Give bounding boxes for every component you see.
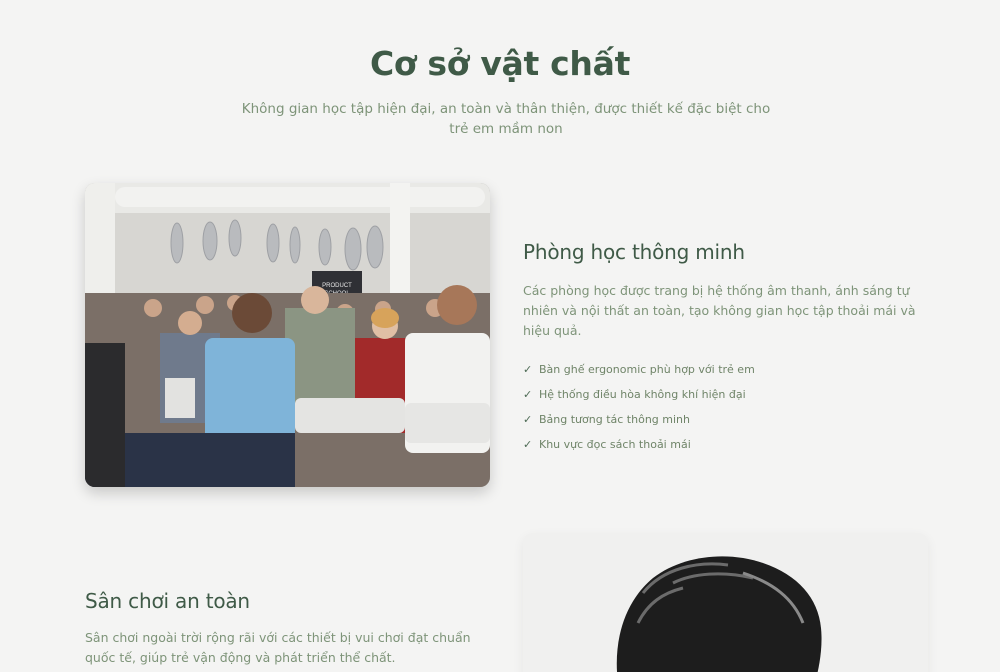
list-item: ✓ Hệ thống điều hòa không khí hiện đại [523, 382, 933, 407]
section-subtitle: Không gian học tập hiện đại, an toàn và … [241, 101, 771, 137]
playground-photo [523, 533, 928, 672]
list-item-label: Khu vực đọc sách thoải mái [539, 438, 691, 451]
smart-classroom-feature: Phòng học thông minh Các phòng học được … [523, 240, 933, 457]
feature-description: Các phòng học được trang bị hệ thống âm … [523, 283, 916, 338]
feature-title: Sân chơi an toàn [85, 589, 250, 613]
feature-checklist: ✓ Bàn ghế ergonomic phù hợp với trẻ em ✓… [523, 357, 933, 457]
check-icon: ✓ [523, 363, 533, 376]
list-item: ✓ Bảng tương tác thông minh [523, 407, 933, 432]
check-icon: ✓ [523, 438, 533, 451]
section-title: Cơ sở vật chất [369, 44, 631, 83]
facilities-section: Cơ sở vật chất Không gian học tập hiện đ… [0, 0, 1000, 672]
feature-description: Sân chơi ngoài trời rộng rãi với các thi… [85, 630, 471, 665]
list-item-label: Hệ thống điều hòa không khí hiện đại [539, 388, 746, 401]
classroom-photo: PRODUCT SCHOOL [85, 183, 490, 487]
check-icon: ✓ [523, 388, 533, 401]
svg-text:PRODUCT: PRODUCT [322, 283, 352, 289]
check-icon: ✓ [523, 413, 533, 426]
feature-title: Phòng học thông minh [523, 240, 745, 264]
list-item-label: Bảng tương tác thông minh [539, 413, 690, 426]
list-item-label: Bàn ghế ergonomic phù hợp với trẻ em [539, 363, 755, 376]
list-item: ✓ Khu vực đọc sách thoải mái [523, 432, 933, 457]
list-item: ✓ Bàn ghế ergonomic phù hợp với trẻ em [523, 357, 933, 382]
playground-feature: Sân chơi an toàn Sân chơi ngoài trời rộn… [85, 589, 495, 668]
